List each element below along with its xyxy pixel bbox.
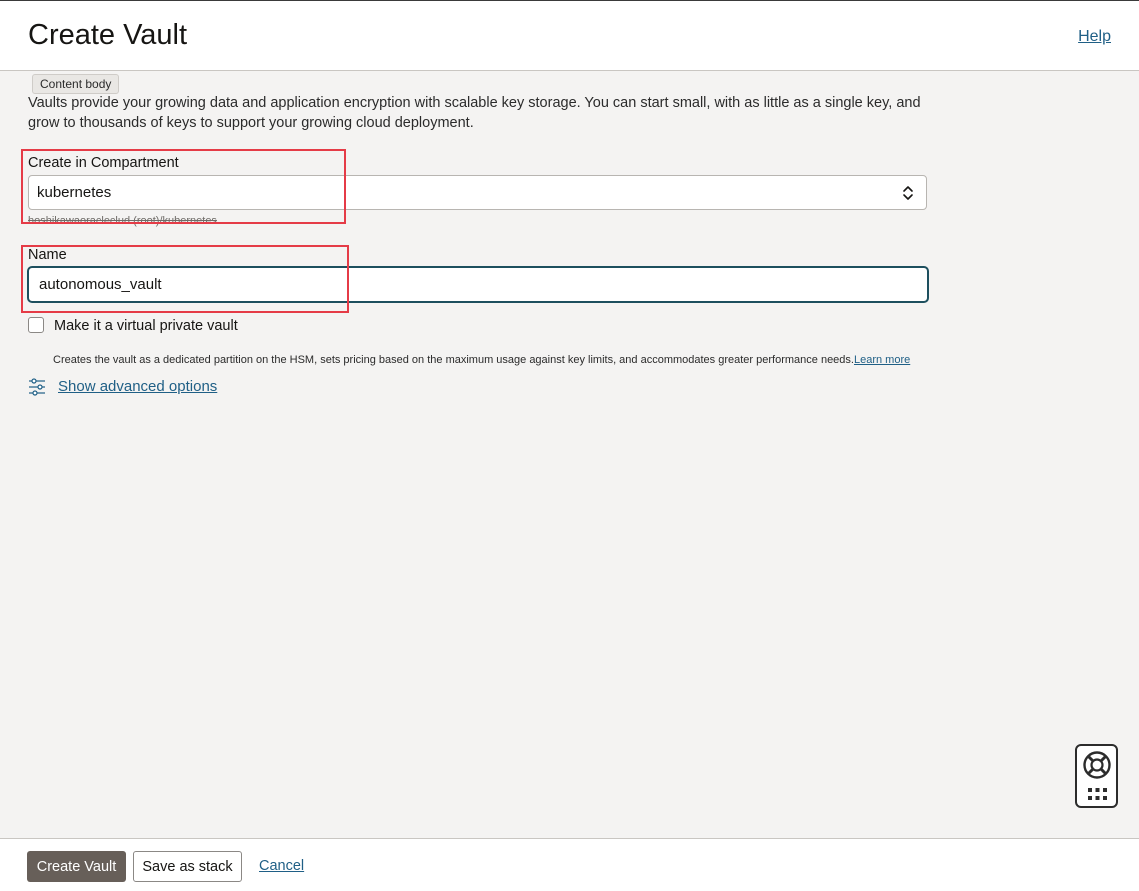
help-link[interactable]: Help xyxy=(1078,28,1111,46)
name-label: Name xyxy=(28,247,67,263)
learn-more-link[interactable]: Learn more xyxy=(854,354,910,366)
cancel-link[interactable]: Cancel xyxy=(259,858,304,874)
create-vault-button[interactable]: Create Vault xyxy=(27,851,126,882)
compartment-select[interactable]: kubernetes xyxy=(28,175,927,210)
virtual-private-helper-text: Creates the vault as a dedicated partiti… xyxy=(53,354,854,366)
lifebuoy-icon xyxy=(1083,751,1111,779)
name-input[interactable] xyxy=(27,266,929,303)
grid-icon xyxy=(1088,788,1107,800)
support-widget[interactable] xyxy=(1075,744,1118,808)
compartment-label: Create in Compartment xyxy=(28,155,179,171)
save-as-stack-button[interactable]: Save as stack xyxy=(133,851,242,882)
page-title: Create Vault xyxy=(28,19,188,51)
compartment-select-value: kubernetes xyxy=(37,184,112,201)
show-advanced-options-link[interactable]: Show advanced options xyxy=(58,378,217,395)
chevron-up-down-icon xyxy=(903,186,913,200)
vault-description: Vaults provide your growing data and app… xyxy=(28,95,921,131)
virtual-private-vault-checkbox[interactable] xyxy=(28,317,44,333)
page-header: Create Vault Help xyxy=(0,0,1139,71)
virtual-private-vault-label: Make it a virtual private vault xyxy=(54,318,238,334)
page-footer: Create Vault Save as stack Cancel xyxy=(0,838,1139,891)
virtual-private-helper: Creates the vault as a dedicated partiti… xyxy=(53,354,910,366)
sliders-icon[interactable] xyxy=(28,378,46,396)
compartment-path: hoshikawaoracleclud (root)/kubernetes xyxy=(28,215,217,227)
content-body-tooltip: Content body xyxy=(32,74,120,94)
